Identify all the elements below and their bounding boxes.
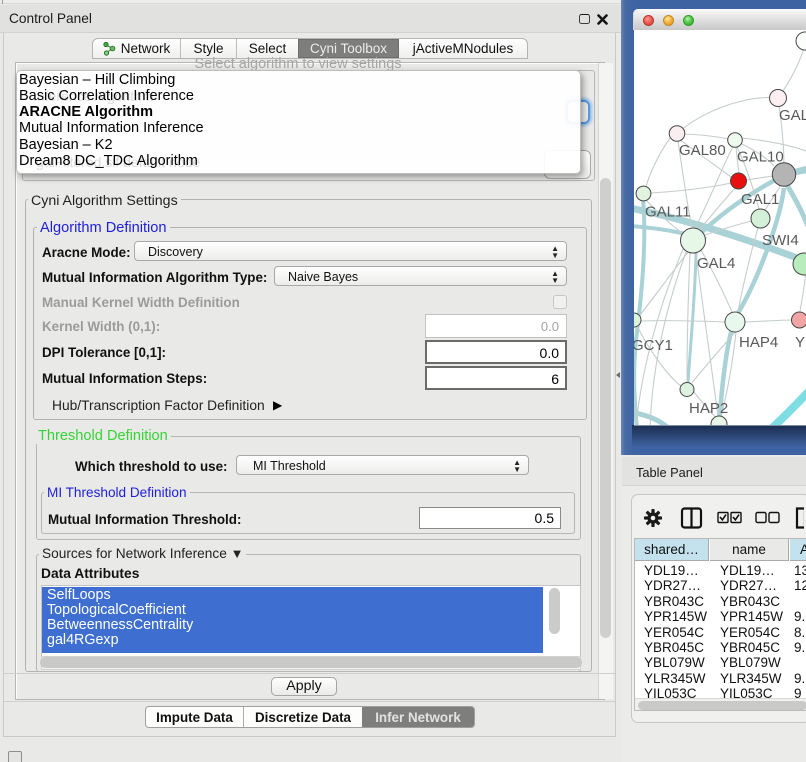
svg-text:HAP2: HAP2: [689, 400, 728, 417]
svg-text:GAL1: GAL1: [741, 191, 779, 208]
svg-text:GAL4: GAL4: [697, 255, 735, 272]
svg-text:GAL80: GAL80: [679, 142, 726, 159]
svg-text:GAL11: GAL11: [645, 204, 691, 221]
svg-text:Y: Y: [795, 334, 805, 351]
svg-text:SWI4: SWI4: [762, 232, 799, 249]
svg-text:GAL10: GAL10: [737, 149, 784, 166]
svg-text:HAP4: HAP4: [739, 334, 778, 351]
svg-text:GCY1: GCY1: [634, 337, 673, 354]
svg-text:GAL2: GAL2: [779, 107, 806, 124]
